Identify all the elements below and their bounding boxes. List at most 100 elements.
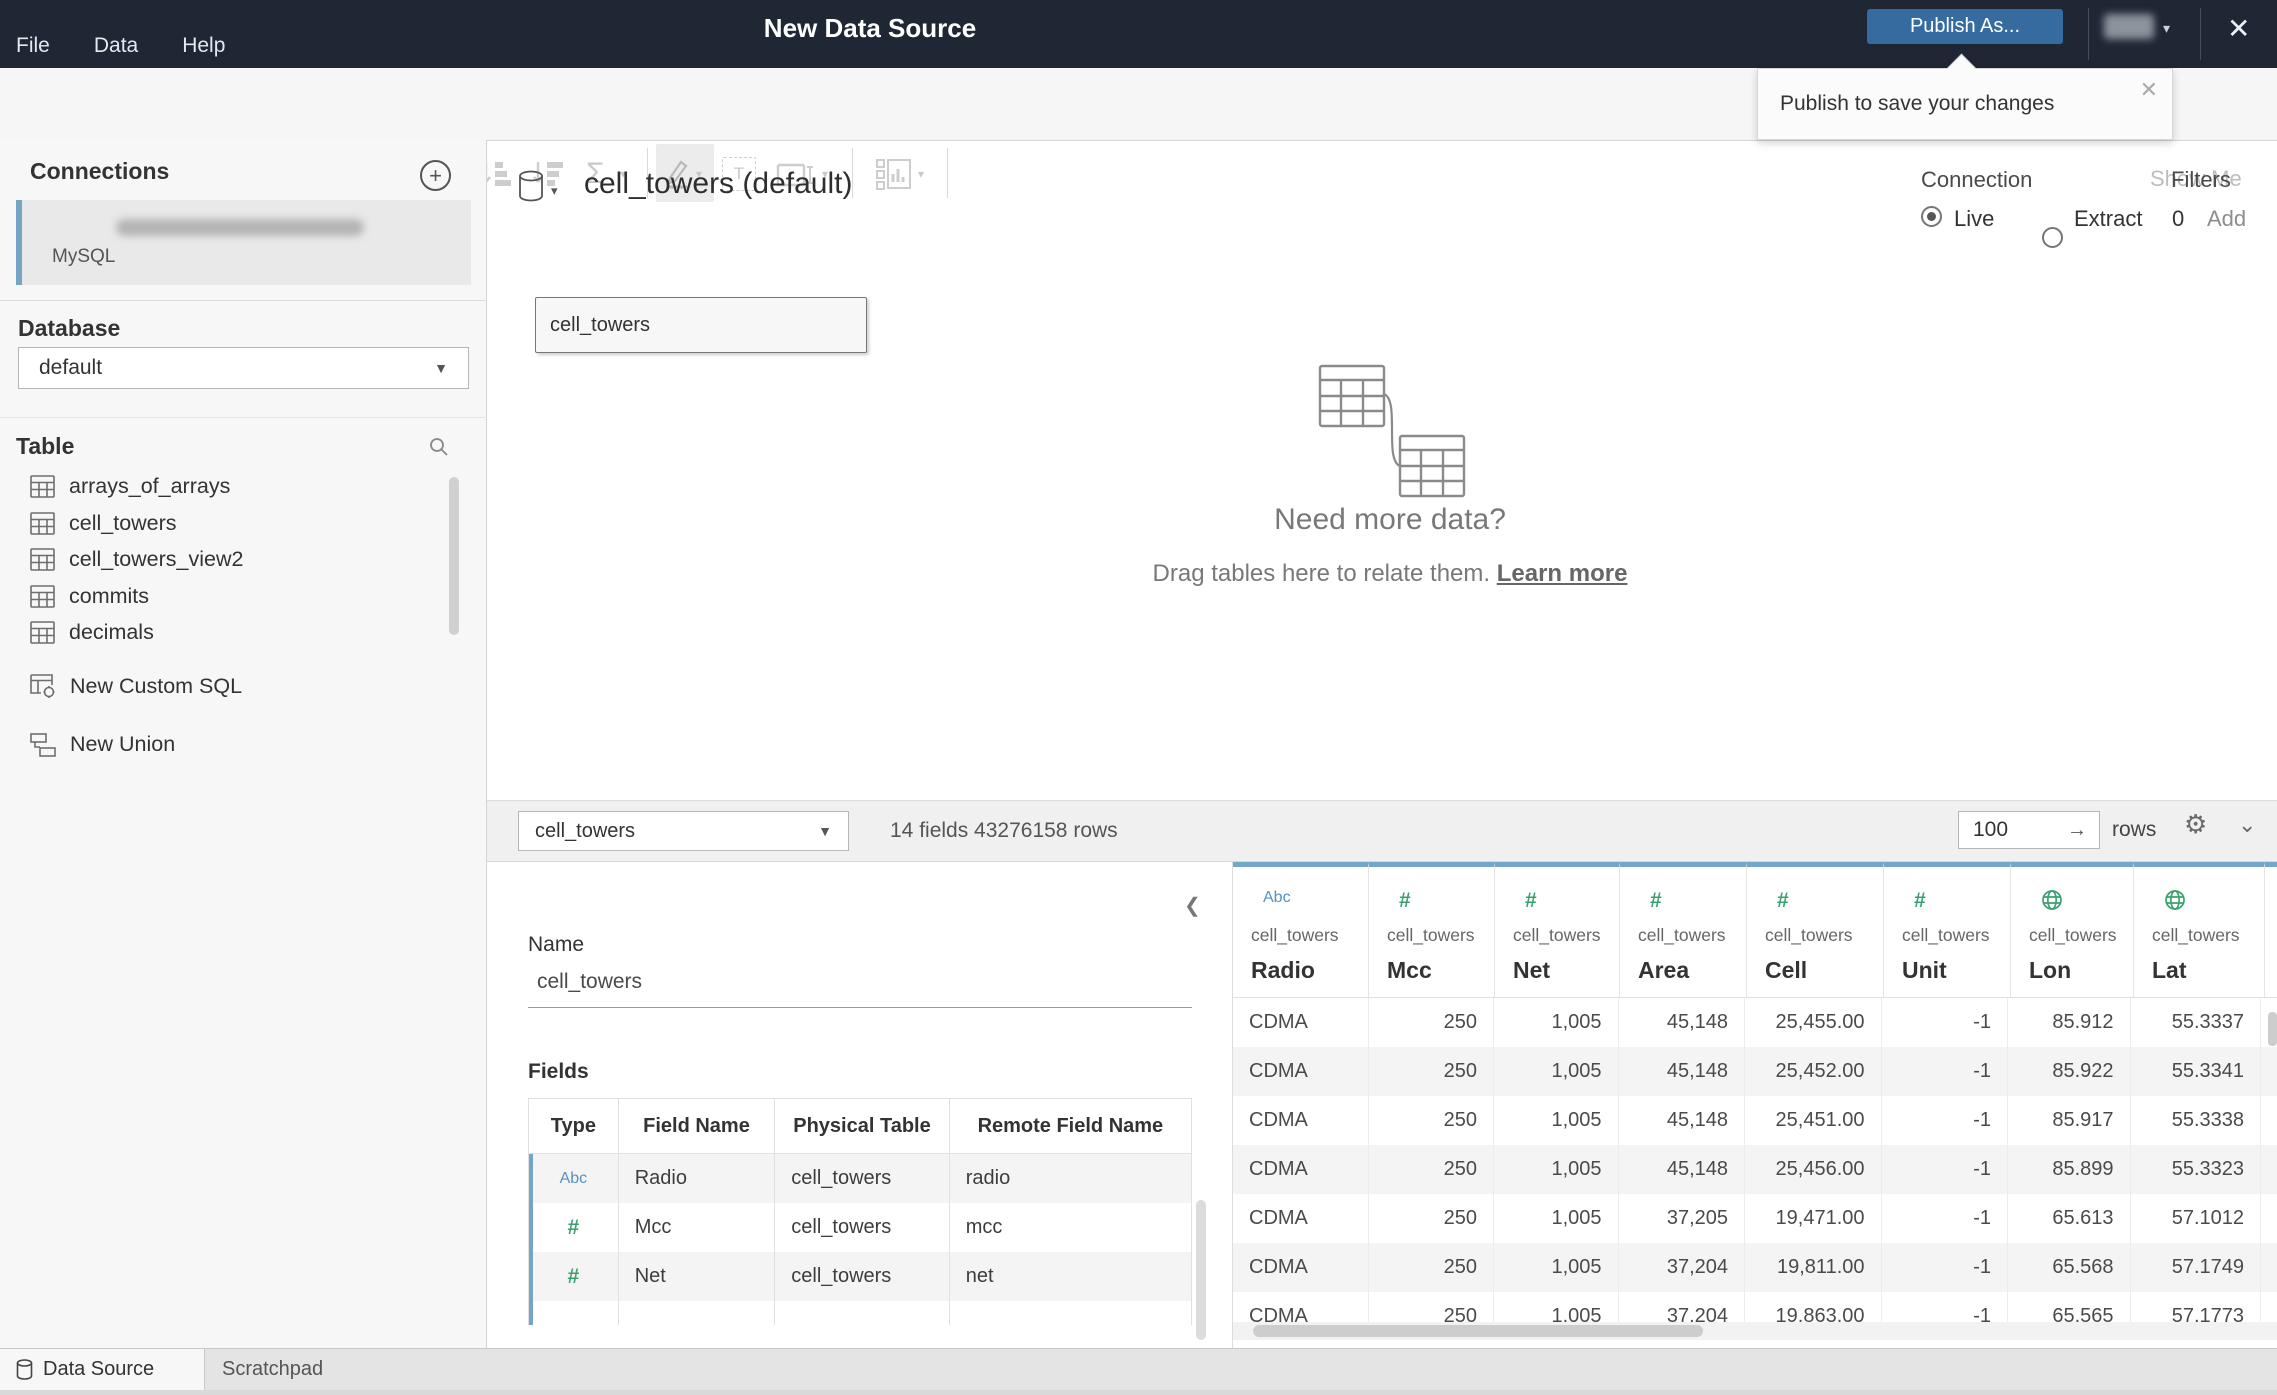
table-row[interactable]: CDMA 250 1,005 45,148 25,456.00 -1 85.899 55.33… <box>1233 1145 2277 1194</box>
datasource-db-icon[interactable] <box>518 170 544 202</box>
new-union-label: New Union <box>70 732 176 756</box>
grid-vertical-scrollbar[interactable] <box>2268 1012 2277 1046</box>
learn-more-link[interactable]: Learn more <box>1497 560 1628 587</box>
window-close-icon[interactable]: ✕ <box>2227 12 2250 45</box>
table-item-label: decimals <box>69 620 154 644</box>
tab-scratchpad[interactable]: Scratchpad <box>222 1349 323 1390</box>
grid-table-select[interactable]: cell_towers ▼ <box>518 811 849 851</box>
table-row[interactable]: CDMA 250 1,005 45,148 25,455.00 -1 85.912 55.33… <box>1233 998 2277 1047</box>
menu-file[interactable]: File <box>16 34 50 58</box>
number-type-icon[interactable]: # <box>568 1265 580 1289</box>
string-type-icon: Abc <box>1263 889 1291 906</box>
filters-add-link[interactable]: Add <box>2207 206 2246 232</box>
new-custom-sql-label: New Custom SQL <box>70 674 243 698</box>
sidebar-item-cell-towers[interactable]: cell_towers <box>18 505 438 542</box>
col-table-label: cell_towers <box>1638 925 1726 945</box>
field-row-mcc[interactable]: # Mcc cell_towers mcc <box>529 1203 1191 1252</box>
extract-radio[interactable] <box>2042 227 2063 248</box>
tab-data-source[interactable]: Data Source <box>0 1349 205 1390</box>
tooltip-close-icon[interactable]: ✕ <box>2140 77 2158 103</box>
show-me-panel-icon[interactable] <box>876 154 912 194</box>
union-icon <box>30 732 56 757</box>
field-row-net[interactable]: # Net cell_towers net <box>529 1252 1191 1301</box>
physical-table-cell: cell_towers <box>775 1203 950 1252</box>
sidebar-item-decimals[interactable]: decimals <box>18 614 438 651</box>
gear-icon[interactable]: ⚙ <box>2184 809 2207 840</box>
user-menu-caret-icon[interactable]: ▾ <box>2163 20 2170 37</box>
grid-col-mcc[interactable]: # cell_towers Mcc <box>1369 862 1495 998</box>
grid-header-row: Abc cell_towers Radio # cell_towers Mcc … <box>1233 862 2277 998</box>
user-avatar[interactable] <box>2104 14 2154 39</box>
col-field-label: Radio <box>1251 957 1315 983</box>
menu-data[interactable]: Data <box>94 34 138 58</box>
table-list-scrollbar[interactable] <box>449 477 459 635</box>
show-me-caret-icon[interactable]: ▾ <box>918 154 924 194</box>
tooltip-text: Publish to save your changes <box>1780 92 2055 115</box>
grid-col-net[interactable]: # cell_towers Net <box>1495 862 1620 998</box>
table-icon <box>30 475 55 498</box>
col-table-label: cell_towers <box>1902 925 1990 945</box>
sidebar-item-cell-towers-view2[interactable]: cell_towers_view2 <box>18 541 438 578</box>
table-row[interactable]: CDMA 250 1,005 37,205 19,471.00 -1 65.613 57.10… <box>1233 1194 2277 1243</box>
grid-col-unit[interactable]: # cell_towers Unit <box>1884 862 2011 998</box>
extract-radio-label[interactable]: Extract <box>2074 206 2142 232</box>
add-connection-icon[interactable]: + <box>420 160 451 191</box>
titlebar-divider <box>2088 8 2089 60</box>
menu-help[interactable]: Help <box>182 34 225 58</box>
sidebar-item-commits[interactable]: commits <box>18 578 438 615</box>
fields-table-scrollbar[interactable] <box>1196 1200 1206 1340</box>
remote-field-cell: net <box>965 1265 994 1287</box>
number-type-icon[interactable]: # <box>568 1216 580 1240</box>
fields-label: Fields <box>528 1060 589 1083</box>
col-field-label: Cell <box>1765 957 1808 983</box>
connection-item[interactable]: MySQL <box>16 200 471 285</box>
new-union-button[interactable]: New Union <box>18 726 438 763</box>
row-count-input[interactable] <box>1971 817 2055 843</box>
field-name-cell[interactable]: Net <box>619 1252 776 1301</box>
table-row[interactable]: CDMA 250 1,005 45,148 25,451.00 -1 85.917 55.33… <box>1233 1096 2277 1145</box>
live-radio[interactable] <box>1921 206 1942 227</box>
grid-col-cell[interactable]: # cell_towers Cell <box>1747 862 1884 998</box>
left-sidebar: Connections + MySQL Database default ▼ T… <box>0 140 487 1348</box>
string-type-icon[interactable]: Abc <box>560 1170 588 1188</box>
field-row-partial <box>529 1301 1191 1325</box>
collapse-grid-chevron-icon[interactable]: ⌄ <box>2238 812 2256 838</box>
publish-as-button[interactable]: Publish As... <box>1867 9 2063 44</box>
row-count-control: → <box>1958 811 2100 849</box>
collapse-panel-icon[interactable]: ❮ <box>1184 893 1201 918</box>
data-grid: Abc cell_towers Radio # cell_towers Mcc … <box>1233 862 2277 1348</box>
table-icon <box>30 621 55 644</box>
table-item-label: cell_towers <box>69 511 177 535</box>
grid-col-lat[interactable]: cell_towers Lat <box>2134 862 2265 998</box>
scrollbar-thumb[interactable] <box>1253 1325 1703 1337</box>
connection-section-label: Connection <box>1921 167 2033 192</box>
apply-rows-arrow-icon[interactable]: → <box>2067 819 2087 842</box>
remote-field-cell: mcc <box>965 1216 1003 1238</box>
grid-col-partial <box>2265 862 2277 998</box>
name-value[interactable]: cell_towers <box>537 970 642 994</box>
sidebar-item-arrays-of-arrays[interactable]: arrays_of_arrays <box>18 468 438 505</box>
datasource-title: cell_towers (default) <box>584 167 853 200</box>
database-header: Database <box>18 315 121 341</box>
datasource-caret-icon[interactable]: ▾ <box>551 183 558 199</box>
table-item-label: cell_towers_view2 <box>69 547 244 571</box>
new-custom-sql-button[interactable]: New Custom SQL <box>18 668 438 705</box>
grid-col-area[interactable]: # cell_towers Area <box>1620 862 1747 998</box>
grid-horizontal-scrollbar[interactable] <box>1233 1322 2277 1340</box>
database-select[interactable]: default ▼ <box>18 347 469 389</box>
table-row[interactable]: CDMA 250 1,005 45,148 25,452.00 -1 85.922 55.33… <box>1233 1047 2277 1096</box>
col-physical-table: Physical Table <box>775 1099 950 1153</box>
canvas-table-chip[interactable]: cell_towers <box>535 297 867 353</box>
col-table-label: cell_towers <box>1513 925 1601 945</box>
field-name-cell[interactable]: Radio <box>619 1154 776 1203</box>
titlebar-divider <box>2200 8 2201 60</box>
field-row-radio[interactable]: Abc Radio cell_towers radio <box>529 1154 1191 1203</box>
field-name-cell[interactable]: Mcc <box>619 1203 776 1252</box>
grid-col-radio[interactable]: Abc cell_towers Radio <box>1233 862 1369 998</box>
col-field-label: Lon <box>2029 957 2072 983</box>
live-radio-label[interactable]: Live <box>1954 206 1994 232</box>
table-row[interactable]: CDMA 250 1,005 37,204 19,811.00 -1 65.568 57.17… <box>1233 1243 2277 1292</box>
grid-col-lon[interactable]: cell_towers Lon <box>2011 862 2134 998</box>
globe-icon <box>2041 889 2063 911</box>
search-tables-icon[interactable] <box>428 436 450 458</box>
